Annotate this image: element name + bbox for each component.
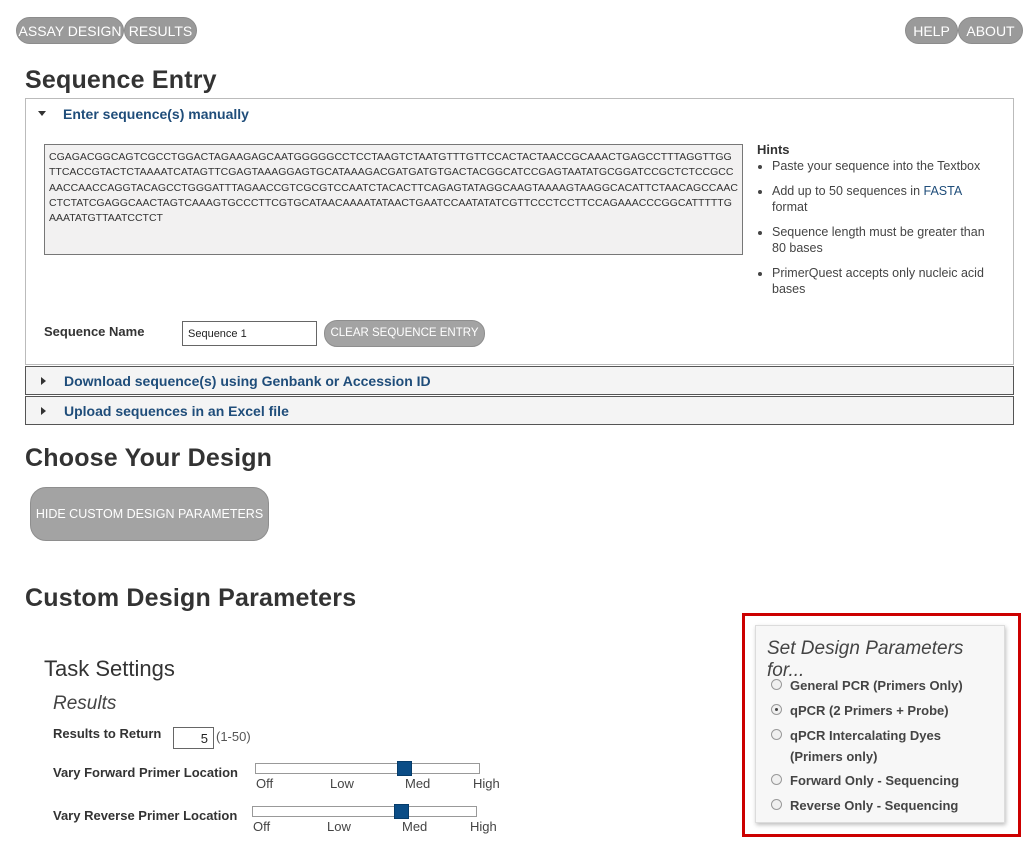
vary-forward-label: Vary Forward Primer Location bbox=[53, 765, 238, 780]
slider-tick-label: Off bbox=[253, 819, 271, 834]
manual-entry-label: Enter sequence(s) manually bbox=[63, 106, 249, 122]
radio-button-icon[interactable] bbox=[771, 679, 782, 690]
vary-reverse-slider-handle[interactable] bbox=[394, 804, 409, 819]
vary-reverse-slider[interactable] bbox=[252, 804, 477, 819]
sequence-name-label: Sequence Name bbox=[44, 324, 145, 339]
vary-forward-slider-handle[interactable] bbox=[397, 761, 412, 776]
manual-entry-toggle[interactable]: Enter sequence(s) manually bbox=[25, 99, 325, 127]
slider-tick-label: Med bbox=[402, 819, 428, 834]
hints-title: Hints bbox=[757, 142, 790, 157]
slider-tick-label: Low bbox=[330, 776, 354, 791]
slider-tick-label: High bbox=[470, 819, 497, 834]
genbank-accordion[interactable]: Download sequence(s) using Genbank or Ac… bbox=[25, 366, 1014, 395]
radio-button-selected-icon[interactable] bbox=[771, 704, 782, 715]
choose-design-heading: Choose Your Design bbox=[25, 444, 273, 472]
help-tab[interactable]: HELP bbox=[905, 17, 958, 44]
slider-tick-label: Low bbox=[327, 819, 351, 834]
radio-button-icon[interactable] bbox=[771, 799, 782, 810]
clear-sequence-entry-button[interactable]: CLEAR SEQUENCE ENTRY bbox=[324, 320, 485, 347]
results-to-return-input[interactable] bbox=[173, 727, 214, 749]
design-parameters-panel: Set Design Parameters for... General PCR… bbox=[755, 625, 1005, 823]
sequence-entry-heading: Sequence Entry bbox=[25, 66, 217, 94]
hint-item: Paste your sequence into the Textbox bbox=[772, 158, 997, 174]
about-tab[interactable]: ABOUT bbox=[958, 17, 1023, 44]
fasta-link[interactable]: FASTA bbox=[924, 184, 962, 198]
excel-upload-accordion[interactable]: Upload sequences in an Excel file bbox=[25, 396, 1014, 425]
hint-item: Sequence length must be greater than 80 … bbox=[772, 224, 997, 256]
sequence-name-input[interactable] bbox=[182, 321, 317, 346]
excel-upload-label: Upload sequences in an Excel file bbox=[64, 403, 289, 419]
assay-design-tab[interactable]: ASSAY DESIGN bbox=[16, 17, 124, 44]
hint-item: PrimerQuest accepts only nucleic acid ba… bbox=[772, 265, 997, 297]
slider-tick-label: Med bbox=[405, 776, 431, 791]
results-to-return-label: Results to Return bbox=[53, 726, 162, 741]
custom-parameters-heading: Custom Design Parameters bbox=[25, 584, 357, 612]
hint-item: Add up to 50 sequences in FASTA format bbox=[772, 183, 997, 215]
vary-reverse-label: Vary Reverse Primer Location bbox=[53, 808, 238, 823]
genbank-label: Download sequence(s) using Genbank or Ac… bbox=[64, 373, 431, 389]
sequence-textarea[interactable]: CGAGACGGCAGTCGCCTGGACTAGAAGAGCAATGGGGGCC… bbox=[44, 144, 743, 255]
vary-forward-slider[interactable] bbox=[255, 761, 480, 776]
task-settings-heading: Task Settings bbox=[44, 656, 175, 681]
results-tab[interactable]: RESULTS bbox=[124, 17, 197, 44]
results-range-hint: (1-50) bbox=[216, 729, 251, 744]
radio-button-icon[interactable] bbox=[771, 729, 782, 740]
slider-tick-label: High bbox=[473, 776, 500, 791]
hints-list: Paste your sequence into the Textbox Add… bbox=[757, 158, 997, 306]
collapsed-caret-icon bbox=[41, 377, 46, 385]
slider-tick-label: Off bbox=[256, 776, 274, 791]
hide-custom-parameters-button[interactable]: HIDE CUSTOM DESIGN PARAMETERS bbox=[30, 487, 269, 541]
expanded-caret-icon bbox=[38, 111, 46, 116]
radio-button-icon[interactable] bbox=[771, 774, 782, 785]
collapsed-caret-icon bbox=[41, 407, 46, 415]
results-subheading: Results bbox=[53, 693, 117, 714]
